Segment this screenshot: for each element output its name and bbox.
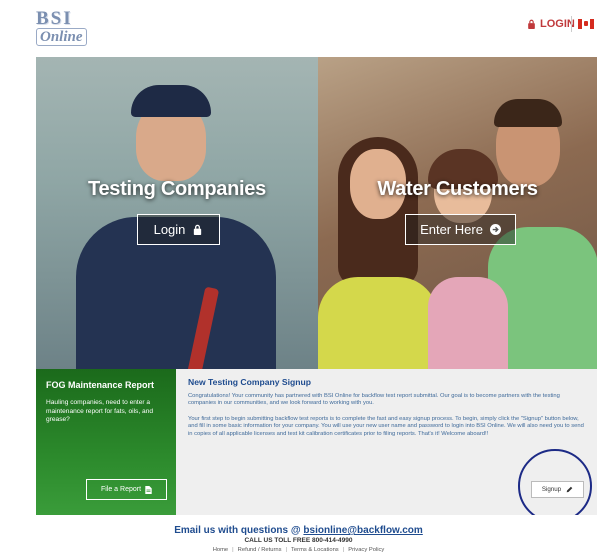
arrow-circle-right-icon [489, 224, 501, 235]
site-footer: Email us with questions @ bsionline@back… [0, 515, 597, 558]
fog-maintenance-panel: FOG Maintenance Report Hauling companies… [36, 369, 176, 515]
signup-button[interactable]: Signup [531, 481, 584, 498]
testing-companies-title: Testing Companies [88, 178, 266, 200]
site-header: BSI Online LOGIN [0, 0, 597, 56]
logo-text-top: BSI [36, 8, 73, 29]
signup-panel: New Testing Company Signup Congratulatio… [176, 369, 597, 515]
father-photo-hair [494, 99, 562, 127]
worker-photo-cap [131, 85, 211, 117]
signup-paragraph-2: Your first step to begin submitting back… [188, 415, 584, 437]
footer-link-home[interactable]: Home [213, 547, 228, 553]
logo-text-bottom: Online [36, 28, 87, 46]
bsi-online-logo[interactable]: BSI Online [36, 8, 98, 46]
water-customers-title: Water Customers [377, 178, 538, 200]
mother-photo-body [318, 277, 438, 369]
fog-description: Hauling companies, need to enter a maint… [46, 399, 154, 423]
file-report-label: File a Report [100, 486, 142, 493]
footer-separator: | [342, 547, 345, 553]
fog-title: FOG Maintenance Report [46, 380, 155, 390]
lock-icon [194, 224, 202, 235]
email-link[interactable]: bsionline@backflow.com [303, 525, 422, 536]
pencil-icon [566, 486, 573, 493]
water-customers-enter-button[interactable]: Enter Here [405, 214, 516, 245]
canada-flag-icon[interactable] [578, 19, 594, 29]
testing-companies-login-button[interactable]: Login [137, 214, 220, 245]
email-prefix: Email us with questions @ [174, 525, 301, 536]
footer-separator: | [232, 547, 234, 553]
girl-photo-body [428, 277, 508, 369]
header-divider [571, 16, 572, 32]
header-login-link[interactable]: LOGIN [527, 18, 575, 30]
signup-title: New Testing Company Signup [188, 377, 312, 387]
water-customers-panel: Water Customers Enter Here [318, 57, 597, 369]
footer-email-line: Email us with questions @ bsionline@back… [0, 525, 597, 536]
lock-icon [528, 19, 535, 29]
footer-phone: CALL US TOLL FREE 800-414-4990 [244, 537, 353, 544]
footer-link-privacy[interactable]: Privacy Policy [348, 547, 384, 553]
login-label: LOGIN [540, 18, 575, 30]
footer-separator: | [285, 547, 288, 553]
footer-links: Home | Refund / Returns | Terms & Locati… [0, 547, 597, 553]
testing-companies-panel: Testing Companies Login [36, 57, 318, 369]
enter-button-label: Enter Here [420, 222, 483, 237]
login-button-label: Login [153, 222, 186, 237]
signup-label: Signup [541, 486, 562, 493]
signup-paragraph-1: Congratulations! Your community has part… [188, 393, 560, 407]
file-report-button[interactable]: File a Report [86, 479, 167, 500]
footer-link-terms[interactable]: Terms & Locations [291, 547, 339, 553]
document-icon [145, 485, 152, 494]
footer-link-refund[interactable]: Refund / Returns [238, 547, 282, 553]
